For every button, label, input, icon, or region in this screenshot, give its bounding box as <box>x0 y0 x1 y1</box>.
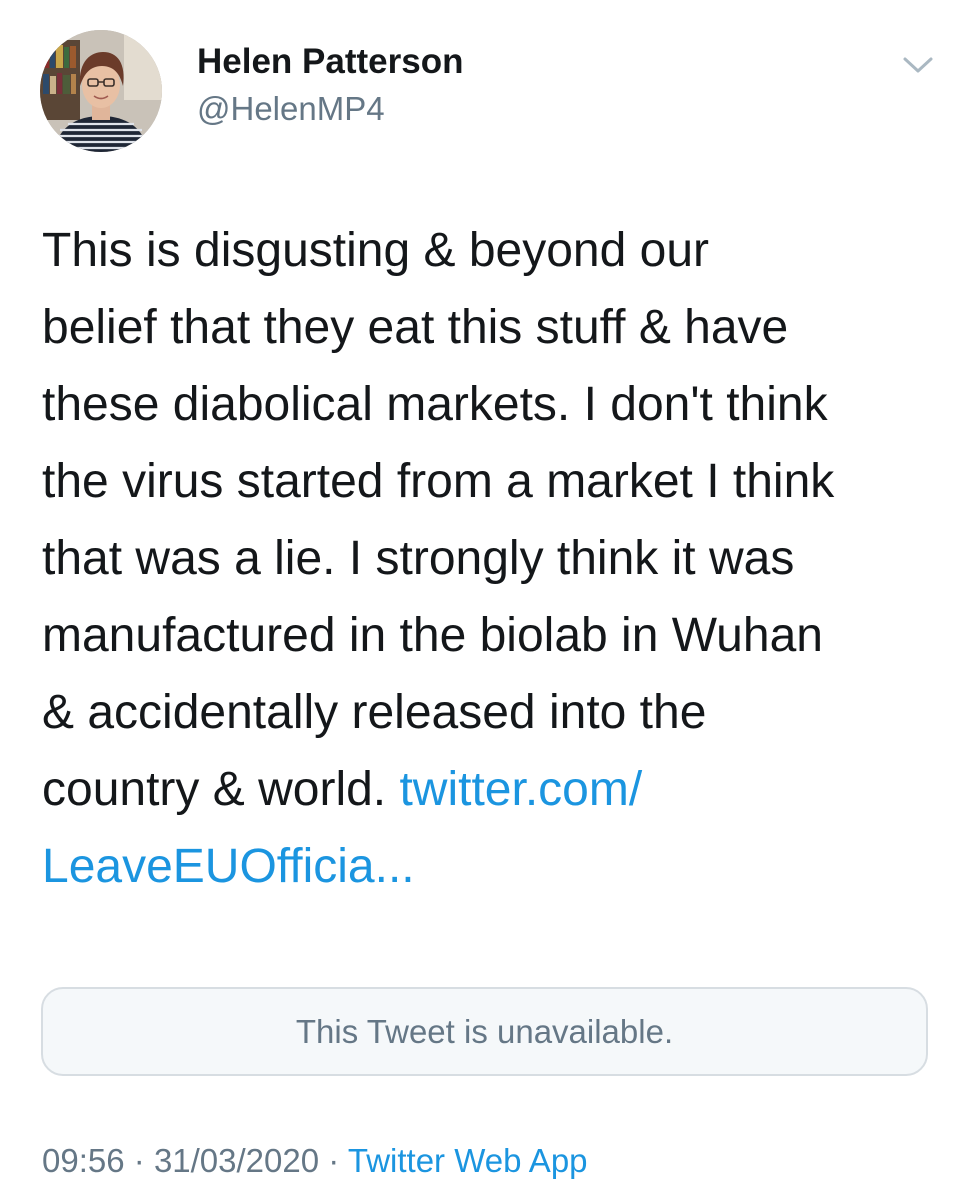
tweet-date[interactable]: 31/03/2020 <box>154 1142 319 1179</box>
avatar[interactable] <box>40 30 162 152</box>
tweet-text-line: LeaveEUOfficia... <box>42 828 942 905</box>
tweet-text-line: & accidentally released into the <box>42 686 707 739</box>
tweet-source-link[interactable]: Twitter Web App <box>348 1142 588 1179</box>
quoted-tweet-status: This Tweet is unavailable. <box>295 1012 674 1050</box>
tweet-link-start[interactable]: twitter.com/ <box>399 763 642 816</box>
tweet-card: Helen Patterson @HelenMP4 This is disgus… <box>0 0 971 1200</box>
tweet-text-line: belief that they eat this stuff & have <box>42 301 789 354</box>
tweet-time[interactable]: 09:56 <box>42 1142 125 1179</box>
tweet-text-line-with-link: country & world. twitter.com/ <box>42 751 942 828</box>
author-handle[interactable]: @HelenMP4 <box>197 90 385 128</box>
tweet-text-line: that was a lie. I strongly think it was <box>42 532 795 585</box>
tweet-link-end[interactable]: LeaveEUOfficia... <box>42 840 415 893</box>
tweet-text-line: these diabolical markets. I don't think <box>42 378 828 431</box>
tweet-text-line: This is disgusting & beyond our <box>42 224 710 277</box>
tweet-text-line: manufactured in the biolab in Wuhan <box>42 609 823 662</box>
avatar-photo <box>40 30 162 152</box>
tweet-meta: 09:56 · 31/03/2020 · Twitter Web App <box>42 1142 588 1180</box>
tweet-text-line: the virus started from a market I think <box>42 455 835 508</box>
tweet-text: This is disgusting & beyond our belief t… <box>42 212 942 905</box>
chevron-down-icon[interactable] <box>900 52 936 78</box>
meta-separator: · <box>328 1142 340 1179</box>
quoted-tweet-card[interactable]: This Tweet is unavailable. <box>41 987 928 1076</box>
meta-separator: · <box>133 1142 145 1179</box>
author-display-name[interactable]: Helen Patterson <box>197 42 463 82</box>
tweet-text-fragment: country & world. <box>42 763 400 816</box>
